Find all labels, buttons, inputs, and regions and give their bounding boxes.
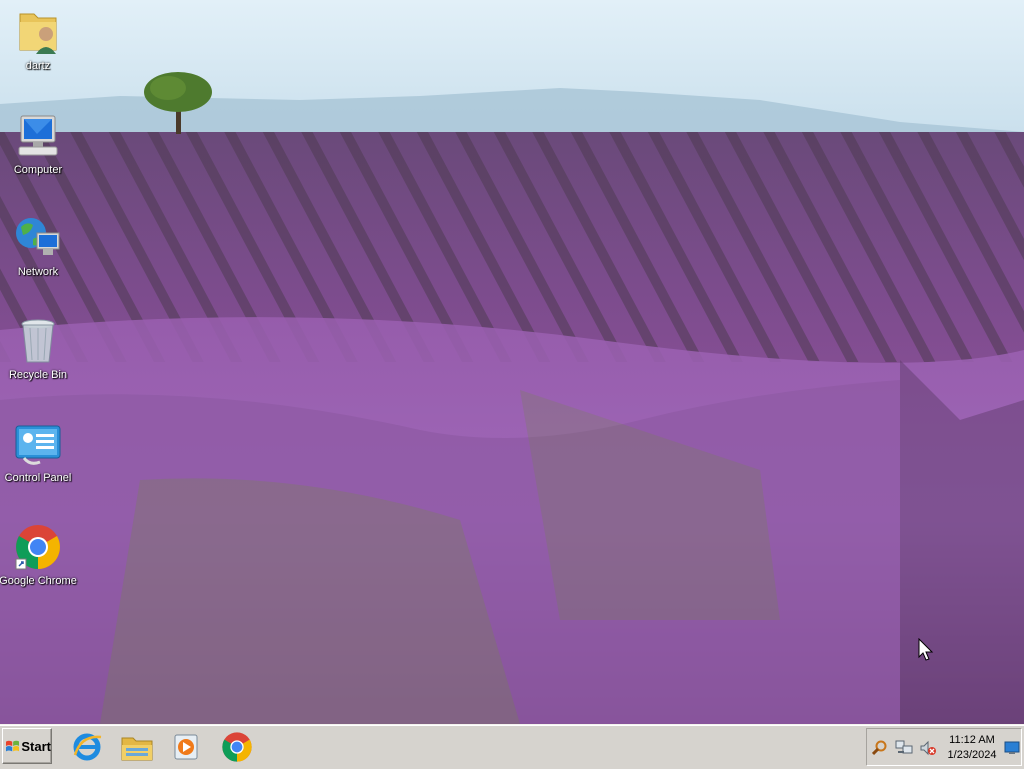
control-panel-icon [14, 420, 62, 468]
start-button[interactable]: Start [2, 728, 52, 764]
media-player-icon [174, 734, 198, 760]
system-tray: 11:12 AM 1/23/2024 [866, 728, 1022, 766]
desktop-icon-label: Recycle Bin [8, 369, 68, 381]
computer-icon [14, 112, 62, 160]
desktop-icon-label: Google Chrome [0, 575, 77, 587]
show-desktop-icon[interactable] [1003, 739, 1021, 757]
taskbar-media-player[interactable] [166, 728, 206, 766]
lavender-field-wallpaper [0, 0, 1024, 724]
clock-date: 1/23/2024 [947, 749, 997, 761]
desktop-icon-label: Computer [13, 164, 63, 176]
desktop-icon-dartz[interactable]: dartz [0, 4, 76, 88]
network-status-icon[interactable] [895, 739, 913, 757]
file-explorer-icon [121, 737, 153, 761]
desktop-icon-network[interactable]: Network [0, 210, 76, 294]
search-icon[interactable] [871, 739, 889, 757]
desktop-icon-google-chrome[interactable]: Google Chrome [0, 519, 77, 603]
desktop: dartz Computer Network Recycle Bin Contr… [0, 0, 1024, 724]
desktop-icon-label: Control Panel [4, 472, 72, 484]
volume-muted-icon[interactable] [919, 739, 937, 757]
network-icon [14, 214, 62, 262]
desktop-icon-label: Network [17, 266, 59, 278]
mouse-cursor-icon [918, 638, 934, 661]
taskbar: Start 11:12 AM 1/23/2024 [0, 724, 1024, 769]
start-label: Start [21, 738, 51, 754]
internet-explorer-icon [73, 733, 102, 761]
clock-time: 11:12 AM [949, 734, 995, 746]
windows-logo-icon [6, 740, 20, 751]
desktop-icon-label: dartz [25, 60, 51, 72]
chrome-icon [14, 523, 62, 571]
desktop-icon-control-panel[interactable]: Control Panel [0, 416, 76, 500]
taskbar-internet-explorer[interactable] [67, 728, 107, 766]
desktop-icon-computer[interactable]: Computer [0, 108, 76, 192]
user-folder-icon [14, 8, 62, 56]
clock[interactable]: 11:12 AM 1/23/2024 [941, 733, 1003, 763]
taskbar-file-explorer[interactable] [117, 728, 157, 766]
recycle-bin-icon [14, 317, 62, 365]
chrome-icon [222, 732, 252, 762]
taskbar-google-chrome[interactable] [217, 728, 257, 766]
desktop-icon-recycle-bin[interactable]: Recycle Bin [0, 313, 76, 397]
